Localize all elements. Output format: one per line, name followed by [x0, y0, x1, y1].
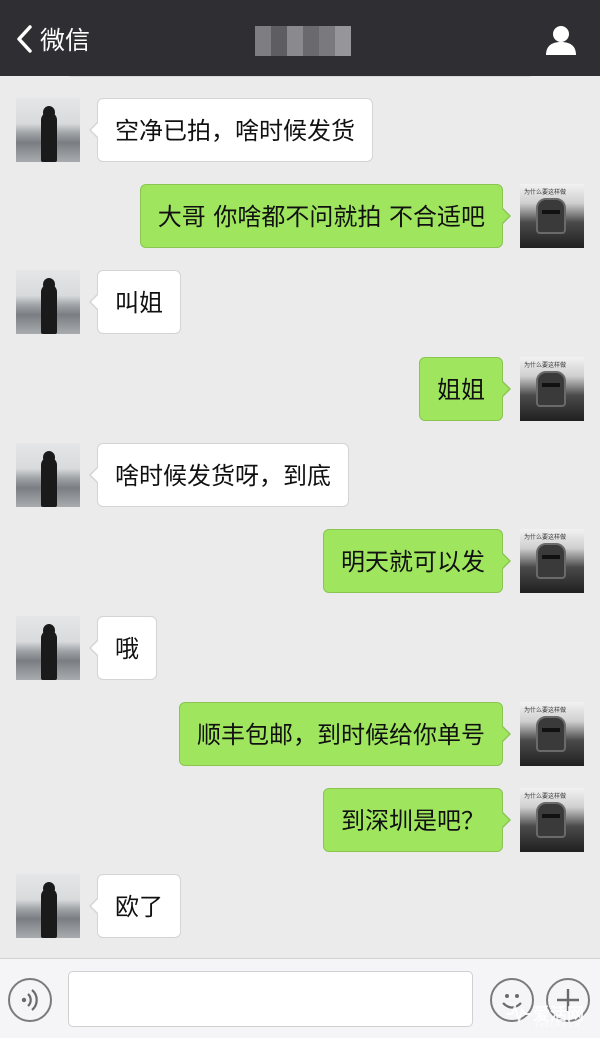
title-bar: 微信 — [0, 0, 600, 76]
outgoing-message[interactable]: 姐姐 — [419, 357, 511, 421]
contact-avatar[interactable] — [16, 874, 80, 938]
contact-avatar[interactable] — [16, 98, 80, 162]
incoming-message[interactable]: 叫姐 — [89, 270, 181, 334]
contact-avatar[interactable] — [16, 443, 80, 507]
back-button[interactable]: 微信 — [14, 22, 90, 56]
incoming-message[interactable]: 欧了 — [89, 874, 181, 938]
my-avatar[interactable]: 为什么要这样做 — [520, 184, 584, 248]
contact-avatar[interactable] — [16, 270, 80, 334]
person-icon — [546, 26, 576, 55]
my-avatar[interactable]: 为什么要这样做 — [520, 788, 584, 852]
incoming-message[interactable]: 空净已拍，啥时候发货 — [89, 98, 373, 162]
divider — [70, 76, 530, 77]
voice-icon — [21, 989, 38, 1011]
voice-button[interactable] — [8, 978, 52, 1022]
outgoing-message[interactable]: 顺丰包邮，到时候给你单号 — [179, 702, 511, 766]
back-label: 微信 — [40, 26, 91, 55]
outgoing-message[interactable]: 明天就可以发 — [323, 529, 511, 593]
chat-title-blurred — [255, 26, 351, 56]
incoming-message[interactable]: 哦 — [89, 616, 157, 680]
contact-info-button[interactable] — [544, 24, 578, 56]
my-avatar[interactable]: 为什么要这样做 — [520, 357, 584, 421]
heartbeat-icon — [506, 1002, 532, 1024]
my-avatar[interactable]: 为什么要这样做 — [520, 529, 584, 593]
my-avatar[interactable]: 为什么要这样做 — [520, 702, 584, 766]
message-input[interactable] — [68, 971, 473, 1027]
watermark: 爱活网 EVOLIFE.CN — [505, 1000, 595, 1034]
outgoing-message[interactable]: 大哥 你啥都不问就拍 不合适吧 — [139, 184, 512, 248]
outgoing-message[interactable]: 到深圳是吧？ — [323, 788, 511, 852]
contact-avatar[interactable] — [16, 616, 80, 680]
message-list[interactable]: 空净已拍，啥时候发货 为什么要这样做 大哥 你啥都不问就拍 不合适吧 叫姐 为什… — [0, 76, 600, 958]
chevron-left-icon — [17, 25, 32, 53]
incoming-message[interactable]: 啥时候发货呀，到底 — [89, 443, 349, 507]
